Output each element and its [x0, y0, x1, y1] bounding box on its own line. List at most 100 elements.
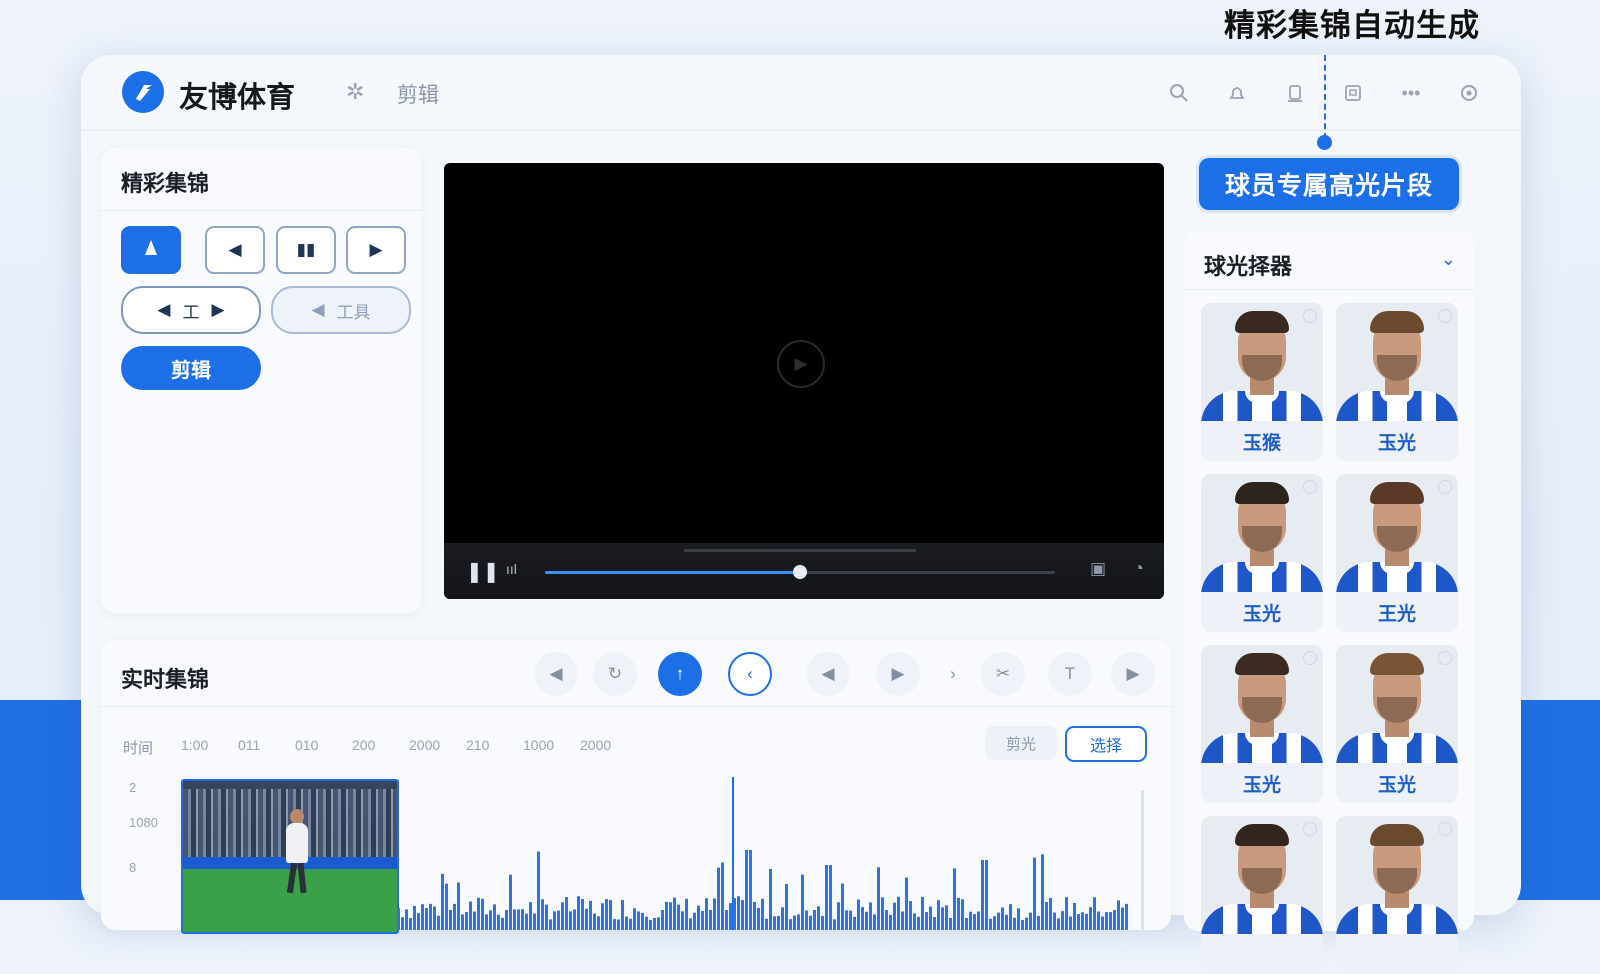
waveform-bar — [709, 909, 712, 930]
time-tick: 1:00 — [181, 737, 209, 753]
waveform-bar — [601, 903, 604, 930]
waveform-bar — [477, 897, 480, 930]
timeline-scrollbar[interactable] — [1141, 790, 1144, 930]
waveform-bar — [1105, 912, 1108, 930]
waveform-bar — [737, 896, 740, 930]
more-icon[interactable]: ••• — [1389, 75, 1433, 111]
bell-icon[interactable] — [1215, 75, 1259, 111]
player-highlight-button[interactable]: 球员专属高光片段 — [1199, 158, 1459, 210]
waveform-bar — [721, 862, 724, 930]
player-card[interactable] — [1336, 816, 1458, 974]
player-name: 玉猴 — [1201, 421, 1323, 461]
waveform-bar — [1017, 908, 1020, 930]
volume-icon[interactable]: ııl — [506, 561, 517, 577]
clip-thumbnail[interactable] — [181, 779, 399, 934]
edit-menu[interactable]: 剪辑 — [397, 79, 439, 109]
time-axis-label: 时间 — [123, 740, 154, 757]
waveform-bar — [473, 911, 476, 930]
select-button[interactable]: 选择 — [1065, 726, 1147, 762]
player-card[interactable]: 玉光 — [1336, 303, 1458, 461]
waveform-bar — [657, 917, 660, 930]
progress-slider[interactable] — [545, 565, 1055, 579]
tool-stepper[interactable]: ◀ 工 ▶ — [121, 286, 261, 334]
select-radio-icon[interactable] — [1303, 651, 1317, 665]
waveform-bar — [817, 906, 820, 930]
select-radio-icon[interactable] — [1303, 309, 1317, 323]
waveform-bar — [457, 882, 460, 930]
realtime-title: 实时集锦 — [121, 667, 210, 692]
divider — [1184, 289, 1474, 290]
rewind-icon[interactable]: ◀ — [806, 652, 850, 696]
player-card[interactable]: 王光 — [1336, 474, 1458, 632]
video-player[interactable]: ▶ ❚❚ ııl ▣ ◔ — [444, 163, 1164, 599]
pause-icon[interactable]: ❚❚ — [466, 559, 500, 584]
player-card[interactable]: 玉光 — [1336, 645, 1458, 803]
select-radio-icon[interactable] — [1303, 480, 1317, 494]
waveform-bar — [1085, 913, 1088, 930]
left-arrow-icon[interactable]: ◀ — [157, 300, 170, 320]
player-card[interactable] — [1201, 816, 1323, 974]
player-card[interactable]: 玉光 — [1201, 645, 1323, 803]
waveform-bar — [485, 914, 488, 930]
waveform-bar — [921, 896, 924, 930]
gear-icon[interactable]: ✲ — [346, 79, 364, 105]
chevron-right-icon[interactable]: › — [931, 652, 975, 696]
highlights-title: 精彩集锦 — [121, 171, 210, 196]
play-icon[interactable]: ▶ — [777, 340, 825, 388]
next-button[interactable]: ▶ — [346, 226, 406, 274]
player-card[interactable]: 玉猴 — [1201, 303, 1323, 461]
chevron-left-icon[interactable]: ‹ — [728, 652, 772, 696]
chevron-down-icon[interactable]: ⌄ — [1441, 249, 1456, 270]
select-radio-icon[interactable] — [1438, 822, 1452, 836]
settings-icon[interactable] — [1447, 75, 1491, 111]
waveform-bar — [557, 910, 560, 930]
cut-button[interactable]: 剪辑 — [121, 346, 261, 390]
upload-icon[interactable]: ↑ — [658, 652, 702, 696]
window-icon[interactable] — [1331, 75, 1375, 111]
refresh-icon[interactable]: ↻ — [593, 652, 637, 696]
waveform-bar — [1041, 854, 1044, 930]
clip-button[interactable]: 剪光 — [985, 726, 1057, 760]
text-icon[interactable]: T — [1048, 652, 1092, 696]
speed-icon[interactable]: ◔ — [1133, 558, 1144, 579]
select-radio-icon[interactable] — [1438, 651, 1452, 665]
player-hair — [1235, 653, 1289, 675]
progress-handle[interactable] — [793, 565, 807, 579]
waveform-bar — [489, 910, 492, 930]
select-radio-icon[interactable] — [1438, 480, 1452, 494]
split-icon[interactable]: ✂ — [981, 652, 1025, 696]
waveform-bar — [1069, 916, 1072, 930]
waveform-bar — [1073, 903, 1076, 930]
right-arrow-icon[interactable]: ▶ — [212, 300, 225, 320]
pause-button[interactable]: ▮▮ — [276, 226, 336, 274]
waveform-bar — [713, 898, 716, 930]
select-radio-icon[interactable] — [1303, 822, 1317, 836]
forward-icon[interactable]: ▶ — [1111, 652, 1155, 696]
fullscreen-icon[interactable]: ▣ — [1090, 559, 1106, 579]
device-icon[interactable] — [1273, 75, 1317, 111]
waveform-bar — [405, 909, 408, 930]
select-radio-icon[interactable] — [1438, 309, 1452, 323]
cone-button[interactable] — [121, 226, 181, 274]
waveform-bar — [585, 908, 588, 930]
waveform-bar — [517, 909, 520, 930]
tool-button[interactable]: ◀ 工具 — [271, 286, 411, 334]
waveform-bar — [641, 912, 644, 930]
prev-button[interactable]: ◀ — [205, 226, 265, 274]
waveform-bar — [681, 911, 684, 930]
waveform-bar — [441, 873, 444, 930]
prev-icon: ◀ — [228, 240, 242, 259]
waveform-bar — [417, 913, 420, 930]
player-card[interactable]: 玉光 — [1201, 474, 1323, 632]
scrub-indicator — [684, 549, 916, 552]
waveform-bar — [1125, 903, 1128, 930]
activity-waveform — [397, 777, 1128, 930]
search-icon[interactable] — [1157, 75, 1201, 111]
time-tick: 200 — [352, 737, 376, 753]
waveform-bar — [513, 909, 516, 930]
play-icon[interactable]: ▶ — [876, 652, 920, 696]
back-icon[interactable]: ◀ — [534, 652, 578, 696]
brand-name: 友博体育 — [179, 82, 296, 114]
player-name: 王光 — [1336, 592, 1458, 632]
highlight-timeline[interactable] — [181, 777, 1144, 934]
